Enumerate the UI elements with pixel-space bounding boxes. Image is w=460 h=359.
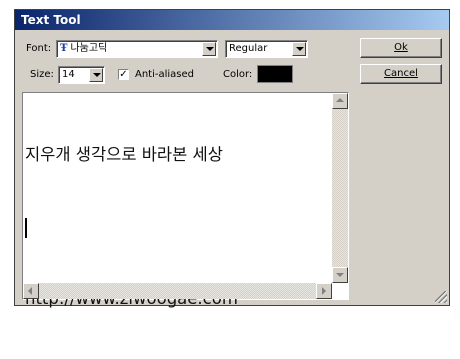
chevron-down-icon[interactable] [292, 42, 306, 56]
window-title: Text Tool [21, 13, 81, 27]
color-label: Color: [223, 69, 253, 80]
resize-corner[interactable] [433, 289, 449, 305]
anti-aliased-label: Anti-aliased [135, 69, 195, 80]
size-value: 14 [62, 69, 75, 80]
ok-button[interactable]: Ok [360, 38, 442, 58]
truetype-icon: Ŧ [60, 43, 68, 54]
font-style-value: Regular [229, 43, 268, 54]
editor-content[interactable]: 지우개 생각으로 바라본 세상 http://www.ziwoogae.com [25, 95, 330, 359]
scroll-up-icon[interactable] [332, 93, 348, 109]
resize-grip-icon[interactable] [435, 291, 447, 303]
size-select[interactable]: 14 [58, 66, 105, 84]
chevron-down-icon[interactable] [89, 68, 103, 82]
chevron-down-icon[interactable] [202, 42, 216, 56]
editor-line: 지우개 생각으로 바라본 세상 [25, 145, 223, 164]
font-label: Font: [26, 43, 52, 54]
scroll-right-icon[interactable] [316, 283, 332, 299]
title-bar[interactable]: Text Tool [15, 10, 449, 30]
horizontal-scrollbar[interactable] [23, 283, 332, 299]
text-editor[interactable]: 지우개 생각으로 바라본 세상 http://www.ziwoogae.com [22, 92, 349, 308]
font-family-select[interactable]: Ŧ 나눔고딕 [56, 40, 218, 58]
scroll-left-icon[interactable] [23, 283, 39, 299]
cancel-button[interactable]: Cancel [360, 64, 442, 84]
font-style-select[interactable]: Regular [225, 40, 308, 58]
editor-line-caret [25, 215, 330, 239]
font-family-value: 나눔고딕 [70, 43, 108, 54]
scroll-down-icon[interactable] [332, 267, 348, 283]
color-swatch[interactable] [257, 65, 293, 83]
check-icon: ✓ [119, 69, 128, 80]
size-label: Size: [30, 69, 54, 80]
text-tool-dialog: Text Tool Font: Ŧ 나눔고딕 Regular Size: 14 ✓… [14, 9, 450, 308]
text-caret [25, 217, 27, 238]
vertical-scrollbar[interactable] [332, 93, 348, 283]
anti-aliased-checkbox[interactable]: ✓ [118, 69, 129, 80]
